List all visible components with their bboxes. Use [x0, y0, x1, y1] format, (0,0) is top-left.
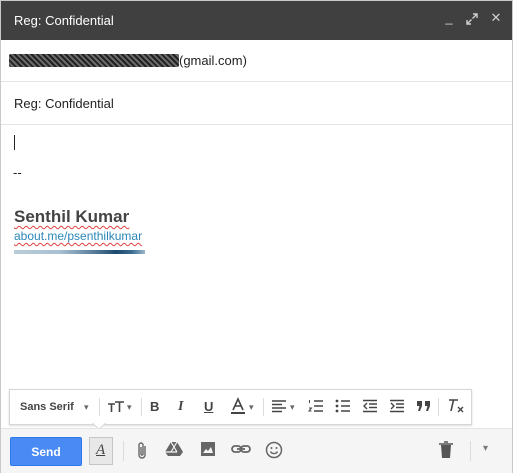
align-dropdown-icon[interactable]: ▾: [290, 402, 295, 413]
discard-draft-button[interactable]: [438, 441, 458, 461]
insert-drive-button[interactable]: [165, 441, 185, 461]
font-size-icon: [108, 401, 124, 412]
recipients-field[interactable]: (gmail.com): [1, 40, 512, 82]
bold-button[interactable]: B: [150, 399, 159, 414]
align-left-icon: [272, 400, 286, 413]
insert-link-button[interactable]: [231, 441, 251, 461]
chevron-down-icon: ▾: [483, 443, 489, 454]
toolbar-divider: [141, 398, 142, 416]
bulleted-list-button[interactable]: [335, 399, 351, 416]
window-title: Reg: Confidential: [14, 13, 114, 28]
italic-button[interactable]: I: [178, 399, 183, 415]
popout-icon: [466, 13, 478, 25]
text-color-button[interactable]: [230, 397, 246, 418]
send-button[interactable]: Send: [10, 437, 82, 466]
toolbar-divider: [99, 398, 100, 416]
paperclip-icon: [138, 442, 146, 459]
underline-button[interactable]: U: [204, 399, 213, 414]
formatting-toolbar: Sans Serif ▾ ▾ B I U ▾ ▾: [9, 389, 472, 425]
more-options-button[interactable]: ▾: [483, 443, 503, 463]
indent-more-icon: [390, 399, 404, 413]
subject-input[interactable]: Reg: Confidential: [14, 96, 114, 111]
redacted-email: [9, 54, 179, 67]
photo-icon: [201, 442, 215, 456]
drive-icon: [165, 441, 183, 456]
indent-more-button[interactable]: [389, 399, 405, 416]
text-caret: [14, 135, 15, 150]
signature-link[interactable]: about.me/psenthilkumar: [14, 229, 142, 243]
toolbar-divider: [438, 398, 439, 416]
toolbar-divider: [263, 398, 264, 416]
signature-color-bar: [14, 250, 145, 254]
signature-name: Senthil Kumar: [14, 207, 130, 226]
quote-button[interactable]: [416, 399, 432, 416]
message-body[interactable]: -- Senthil Kumar about.me/psenthilkumar: [1, 125, 512, 387]
signature-separator: --: [13, 165, 22, 180]
toolbar-divider: [123, 441, 124, 461]
toolbar-divider: [470, 441, 471, 461]
insert-emoji-button[interactable]: [265, 441, 285, 461]
quote-icon: [417, 401, 430, 411]
compose-bottom-toolbar: Send A ▾: [1, 428, 512, 473]
minimize-button[interactable]: _: [441, 10, 457, 28]
text-color-dropdown-icon[interactable]: ▾: [249, 402, 254, 413]
align-button[interactable]: [271, 399, 287, 416]
insert-photo-button[interactable]: [200, 441, 220, 461]
emoji-icon: [265, 441, 283, 459]
subject-field[interactable]: Reg: Confidential: [1, 82, 512, 125]
link-icon: [231, 445, 251, 453]
formatting-toggle-label: A: [96, 442, 106, 458]
indent-less-icon: [363, 399, 377, 413]
remove-formatting-button[interactable]: [447, 398, 465, 417]
popout-button[interactable]: [464, 10, 480, 28]
numbered-list-icon: [307, 400, 323, 412]
remove-formatting-icon: [449, 399, 464, 413]
numbered-list-button[interactable]: [307, 399, 324, 416]
trash-icon: [439, 441, 453, 458]
bulleted-list-icon: [335, 399, 350, 413]
text-color-icon: [231, 397, 245, 414]
font-family-dropdown-icon[interactable]: ▾: [84, 402, 89, 413]
compose-titlebar[interactable]: Reg: Confidential _ ✕: [1, 1, 512, 40]
close-button[interactable]: ✕: [488, 10, 504, 28]
indent-less-button[interactable]: [362, 399, 378, 416]
compose-window: Reg: Confidential _ ✕ (gmail.com) Reg: C…: [0, 0, 513, 473]
font-size-dropdown-icon[interactable]: ▾: [127, 402, 132, 413]
formatting-options-toggle[interactable]: A: [89, 437, 113, 465]
font-family-select[interactable]: Sans Serif: [20, 401, 74, 413]
attach-files-button[interactable]: [135, 441, 155, 461]
font-size-button[interactable]: [107, 399, 127, 418]
recipient-domain: (gmail.com): [179, 53, 247, 68]
